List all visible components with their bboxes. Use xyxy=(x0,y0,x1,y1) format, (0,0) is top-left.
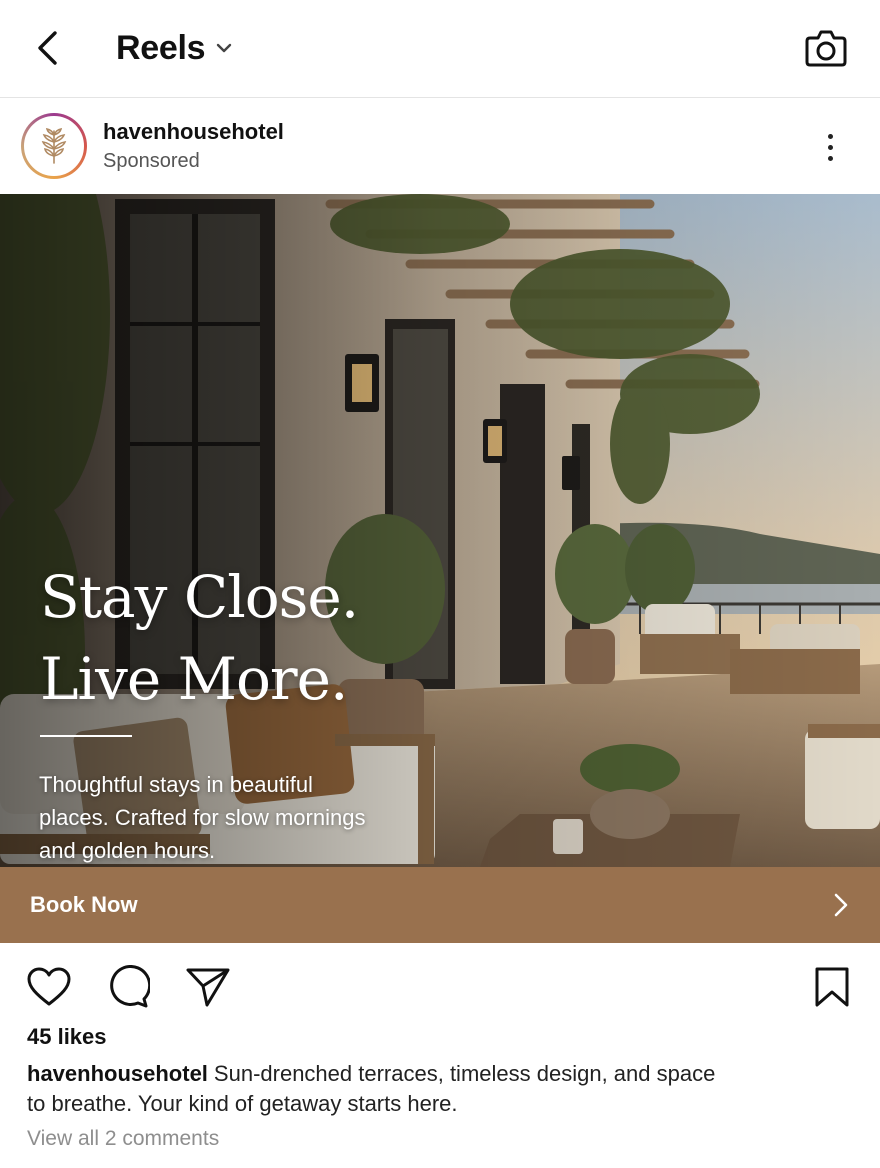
sponsored-label: Sponsored xyxy=(103,150,200,172)
ad-headline: Stay Close. Live More. xyxy=(40,556,359,720)
terrace-photo xyxy=(0,194,880,867)
more-options-button[interactable] xyxy=(816,127,844,167)
ad-subtext: Thoughtful stays in beautiful places. Cr… xyxy=(39,772,366,863)
caption-username[interactable]: havenhousehotel xyxy=(27,1061,208,1086)
headline-divider xyxy=(40,735,132,737)
likes-count[interactable]: 45 likes xyxy=(27,1024,107,1050)
post-media[interactable]: Stay Close. Live More. Thoughtful stays … xyxy=(0,194,880,867)
more-vertical-icon xyxy=(827,133,833,139)
chevron-left-icon xyxy=(38,31,57,65)
chevron-down-icon xyxy=(217,43,232,53)
save-button[interactable] xyxy=(808,963,856,1011)
paper-plane-icon xyxy=(186,968,230,1007)
page-title: Reels xyxy=(116,28,206,67)
back-button[interactable] xyxy=(26,26,70,70)
post-actions xyxy=(0,957,880,1017)
bookmark-icon xyxy=(815,967,849,1007)
comment-button[interactable] xyxy=(104,963,152,1011)
cta-label: Book Now xyxy=(30,892,138,917)
view-comments-link[interactable]: View all 2 comments xyxy=(27,1127,219,1151)
comment-icon xyxy=(110,965,150,1008)
headline-line-1: Stay Close. xyxy=(40,563,359,631)
share-button[interactable] xyxy=(184,963,232,1011)
chevron-right-icon xyxy=(834,893,848,917)
post-caption: havenhousehotel Sun-drenched terraces, ti… xyxy=(27,1059,727,1119)
top-bar: Reels xyxy=(0,0,880,98)
like-button[interactable] xyxy=(25,963,73,1011)
heart-icon xyxy=(27,967,71,1006)
avatar[interactable] xyxy=(21,113,87,179)
book-now-button[interactable]: Book Now xyxy=(0,867,880,943)
leaf-logo-icon xyxy=(41,127,67,164)
camera-icon xyxy=(805,30,847,67)
camera-button[interactable] xyxy=(802,24,850,72)
post-username[interactable]: havenhousehotel xyxy=(103,119,284,145)
headline-line-2: Live More. xyxy=(40,645,348,713)
post-header: havenhousehotel Sponsored xyxy=(0,99,880,194)
feed-selector[interactable]: Reels xyxy=(116,26,233,70)
